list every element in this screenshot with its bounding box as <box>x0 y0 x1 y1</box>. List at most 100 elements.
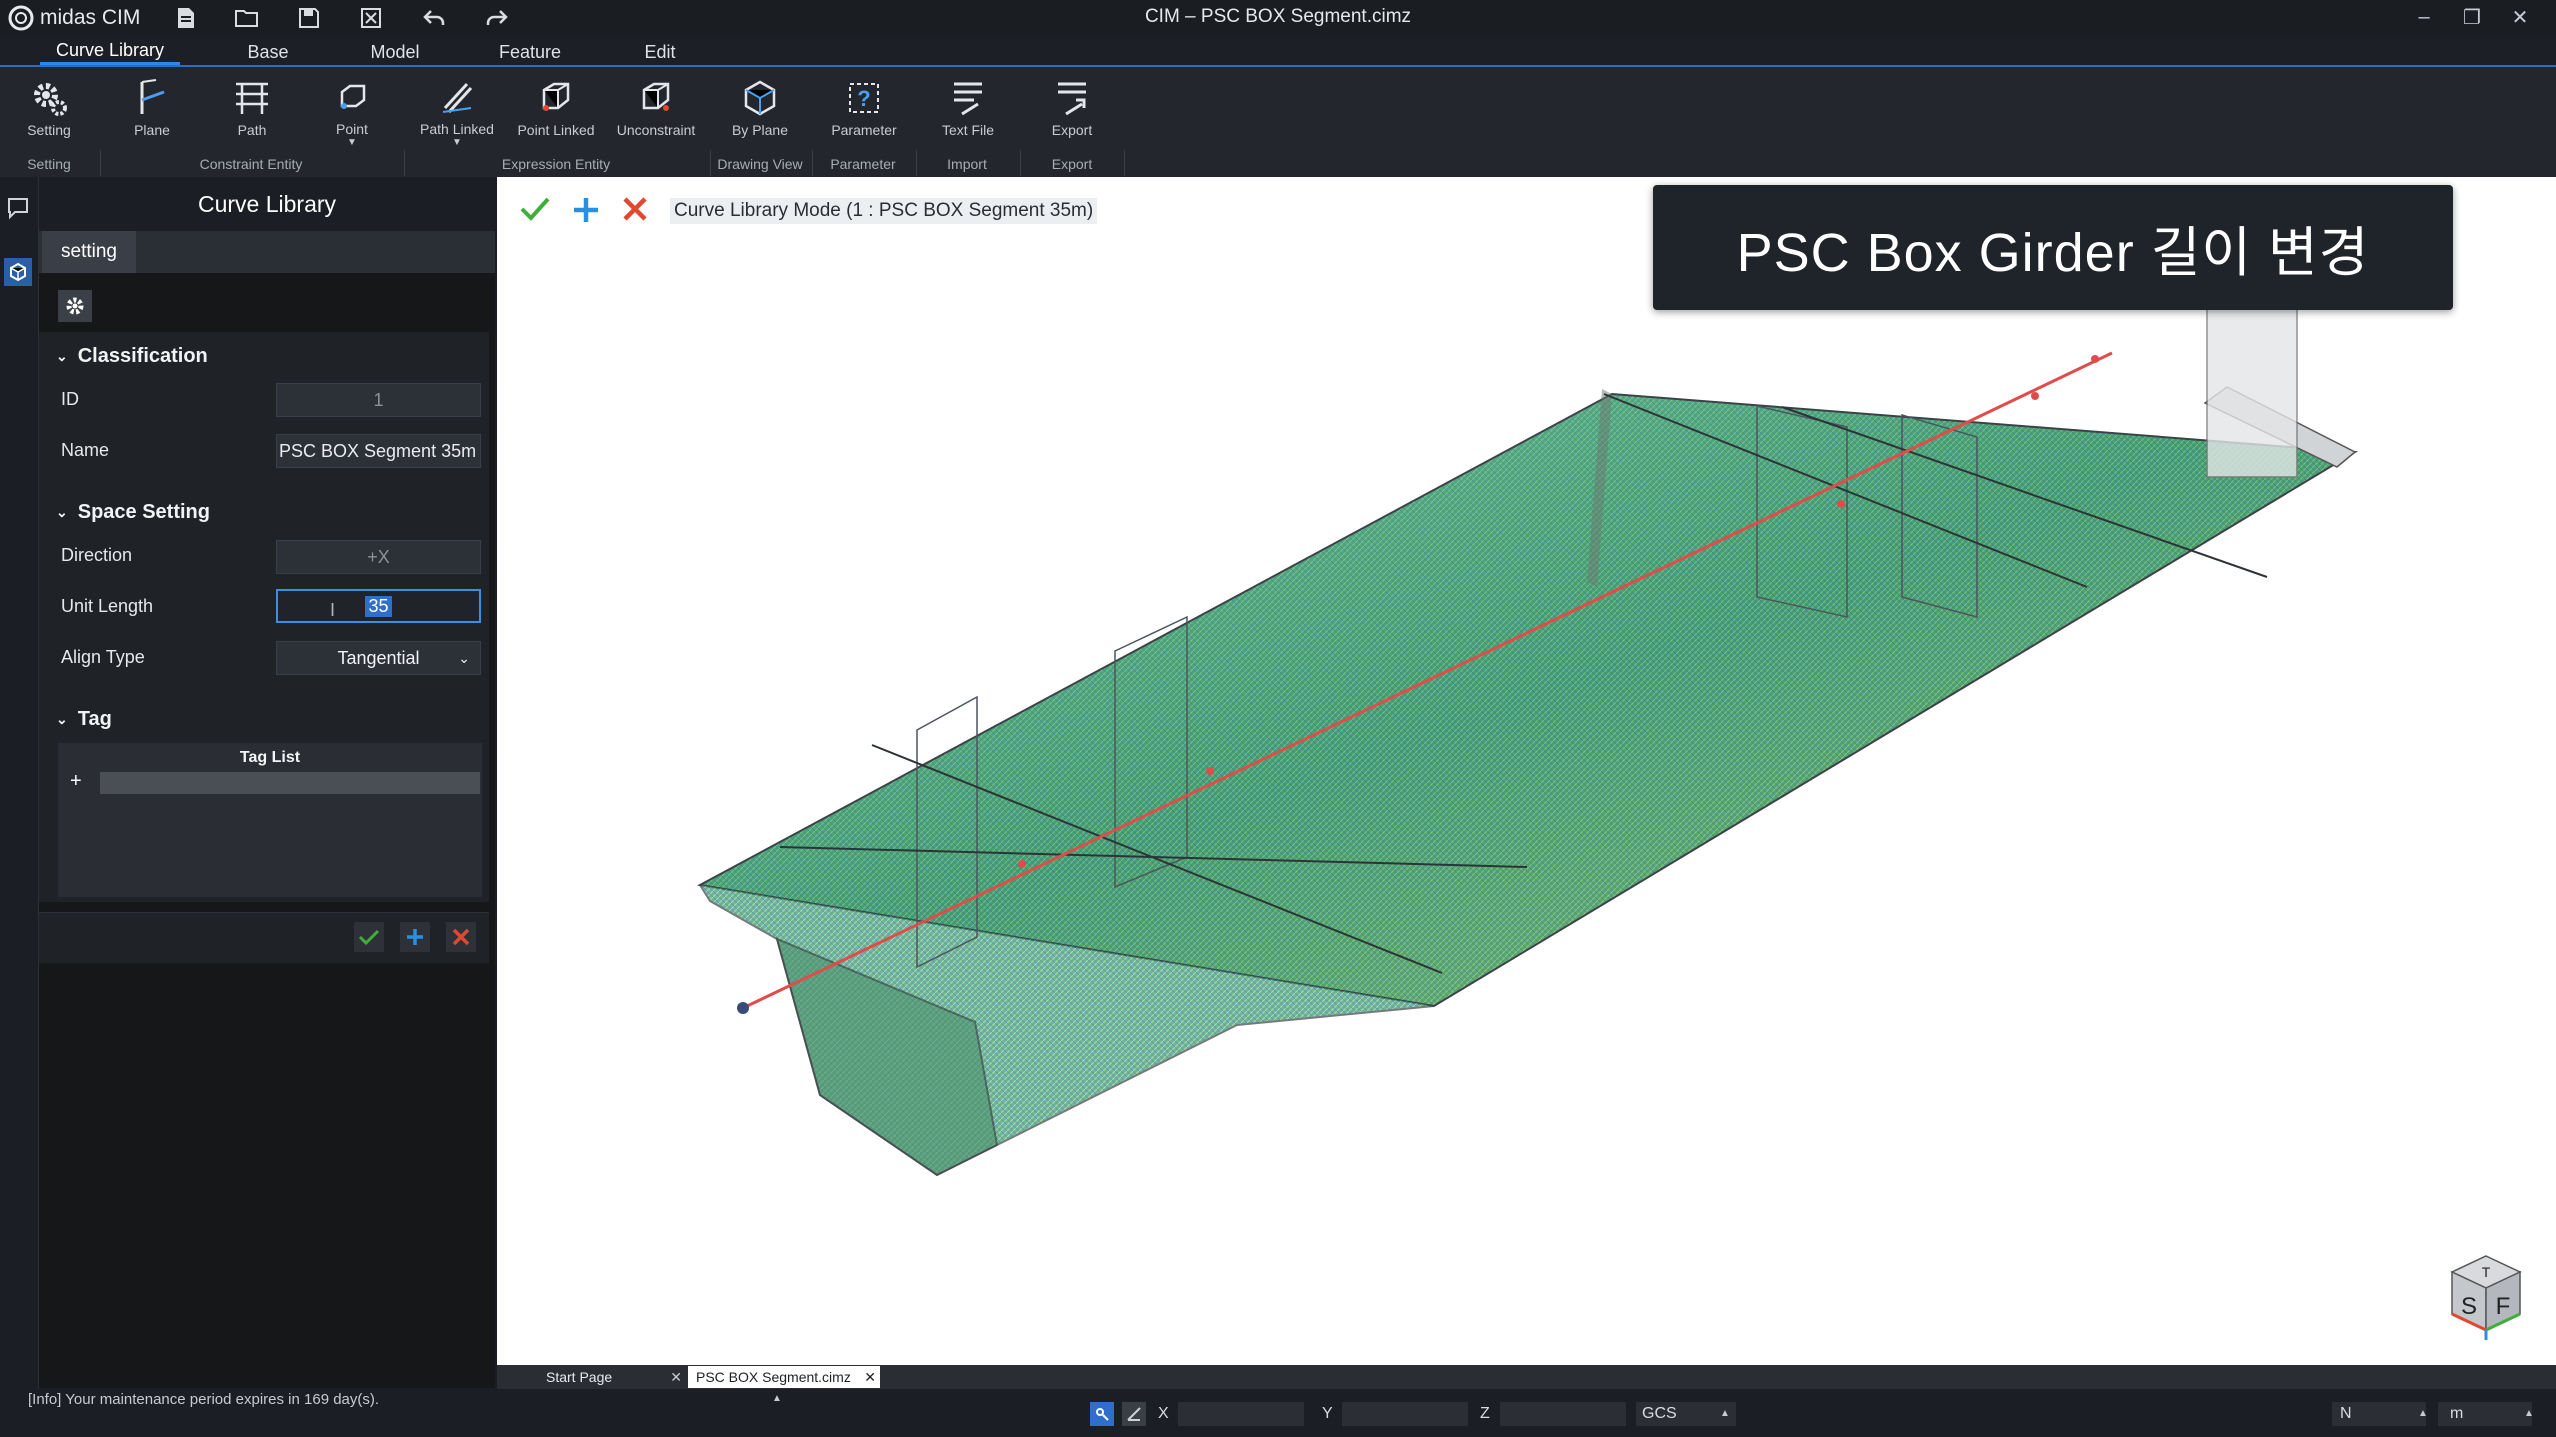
snap-icon[interactable] <box>1090 1402 1114 1426</box>
tab-base[interactable]: Base <box>228 39 308 65</box>
unit-length-label: Unit Length <box>61 595 154 616</box>
tag-input[interactable] <box>100 772 480 794</box>
plane-button[interactable]: Plane <box>106 76 198 148</box>
view-cube-top-label: T <box>2482 1264 2491 1280</box>
status-info-message: [Info] Your maintenance period expires i… <box>28 1391 380 1408</box>
x-coordinate-input[interactable] <box>1178 1402 1304 1426</box>
export-icon <box>1048 76 1096 120</box>
close-tab-icon[interactable]: ✕ <box>864 1369 876 1386</box>
view-cube[interactable]: T S F <box>2446 1252 2526 1342</box>
add-tag-button[interactable]: + <box>70 770 90 792</box>
gear-icon <box>25 76 73 120</box>
doc-tab-psc-box[interactable]: PSC BOX Segment.cimz ✕ <box>688 1366 880 1388</box>
z-label: Z <box>1480 1405 1490 1422</box>
path-button[interactable]: Path <box>206 76 298 148</box>
cancel-mode-button[interactable] <box>622 196 652 226</box>
point-button[interactable]: Point ▼ <box>306 76 398 148</box>
close-window-icon[interactable]: ✕ <box>2500 2 2540 32</box>
tab-feature[interactable]: Feature <box>490 39 570 65</box>
length-unit-value: m <box>2450 1405 2464 1422</box>
psc-box-girder-model <box>696 306 2359 1177</box>
add-button[interactable] <box>400 922 430 952</box>
tag-list-header: Tag List <box>239 749 301 766</box>
close-icon <box>623 197 647 221</box>
video-caption: PSC Box Girder 길이 변경 <box>1653 185 2453 310</box>
svg-text:?: ? <box>857 86 870 111</box>
group-import: Import <box>947 156 987 172</box>
by-plane-button[interactable]: By Plane <box>714 76 806 148</box>
3d-viewport[interactable] <box>497 177 2556 1365</box>
add-mode-button[interactable] <box>572 196 602 226</box>
group-setting: Setting <box>27 156 71 172</box>
minimize-icon[interactable]: – <box>2404 2 2444 32</box>
confirm-mode-button[interactable] <box>520 196 550 226</box>
x-label: X <box>1158 1405 1169 1422</box>
cancel-button[interactable] <box>446 922 476 952</box>
dropdown-up-icon: ▲ <box>2418 1408 2428 1419</box>
unconstraint-icon <box>632 76 680 120</box>
tab-curve-library[interactable]: Curve Library <box>40 39 180 65</box>
model-tree-icon[interactable] <box>4 258 32 286</box>
y-label: Y <box>1322 1405 1333 1422</box>
point-linked-icon <box>532 76 580 120</box>
chevron-down-icon: ⌄ <box>56 710 68 727</box>
restore-icon[interactable]: ❐ <box>2452 2 2492 32</box>
export-button[interactable]: Export <box>1026 76 1118 148</box>
doc-tab-start-page[interactable]: Start Page ✕ <box>526 1366 686 1388</box>
dropdown-arrow-icon: ▼ <box>452 137 462 148</box>
z-coordinate-input[interactable] <box>1500 1402 1626 1426</box>
plane-icon <box>128 76 176 120</box>
dropdown-up-icon: ▲ <box>1720 1408 1730 1419</box>
setting-button[interactable]: Setting <box>3 76 95 148</box>
parameter-button[interactable]: ? Parameter <box>818 76 910 148</box>
direction-label: Direction <box>61 544 133 565</box>
check-icon <box>358 929 380 946</box>
tab-edit[interactable]: Edit <box>620 39 700 65</box>
unit-length-input[interactable]: 35 <box>276 589 481 623</box>
tab-setting[interactable]: setting <box>42 231 136 273</box>
dropdown-up-icon: ▲ <box>2524 1408 2534 1419</box>
confirm-button[interactable] <box>354 922 384 952</box>
panel-settings-button[interactable] <box>58 290 92 322</box>
section-classification[interactable]: ⌄ Classification <box>56 341 208 371</box>
view-cube-right-label: F <box>2496 1293 2511 1320</box>
group-constraint-entity: Constraint Entity <box>199 156 303 172</box>
align-type-label: Align Type <box>61 646 145 667</box>
path-icon <box>228 76 276 120</box>
view-cube-left-label: S <box>2461 1293 2477 1320</box>
close-tab-icon[interactable]: ✕ <box>670 1369 682 1386</box>
panel-title: Curve Library <box>39 177 495 231</box>
coord-system-value: GCS <box>1642 1405 1677 1422</box>
name-field[interactable]: PSC BOX Segment 35m <box>276 434 481 468</box>
y-coordinate-input[interactable] <box>1342 1402 1468 1426</box>
by-plane-icon <box>736 76 784 120</box>
section-tag[interactable]: ⌄ Tag <box>56 704 112 734</box>
gear-icon <box>66 297 84 315</box>
text-file-button[interactable]: Text File <box>922 76 1014 148</box>
group-parameter: Parameter <box>830 156 896 172</box>
group-export: Export <box>1051 156 1093 172</box>
force-unit-value: N <box>2340 1405 2352 1422</box>
unconstraint-button[interactable]: Unconstraint <box>610 76 702 148</box>
dropdown-arrow-icon: ▼ <box>347 137 357 148</box>
point-linked-button[interactable]: Point Linked <box>510 76 602 148</box>
mode-indicator: Curve Library Mode (1 : PSC BOX Segment … <box>670 198 1098 224</box>
name-label: Name <box>61 439 110 460</box>
group-expression-entity: Expression Entity <box>501 156 611 172</box>
plus-icon <box>407 929 423 945</box>
chevron-down-icon: ⌄ <box>56 347 68 364</box>
id-label: ID <box>61 388 79 409</box>
expand-up-icon[interactable]: ▲ <box>772 1393 782 1404</box>
text-cursor-icon: I <box>330 600 336 620</box>
check-icon <box>520 197 550 221</box>
comment-icon[interactable] <box>6 196 30 220</box>
close-icon <box>452 928 470 946</box>
measure-icon[interactable] <box>1122 1402 1146 1426</box>
id-field: 1 <box>276 383 481 417</box>
point-icon <box>328 76 376 119</box>
align-type-select[interactable]: Tangential ⌄ <box>276 641 481 675</box>
chevron-down-icon: ⌄ <box>458 649 470 666</box>
section-space-setting[interactable]: ⌄ Space Setting <box>56 497 210 527</box>
tab-model[interactable]: Model <box>355 39 435 65</box>
path-linked-button[interactable]: Path Linked ▼ <box>411 76 503 148</box>
